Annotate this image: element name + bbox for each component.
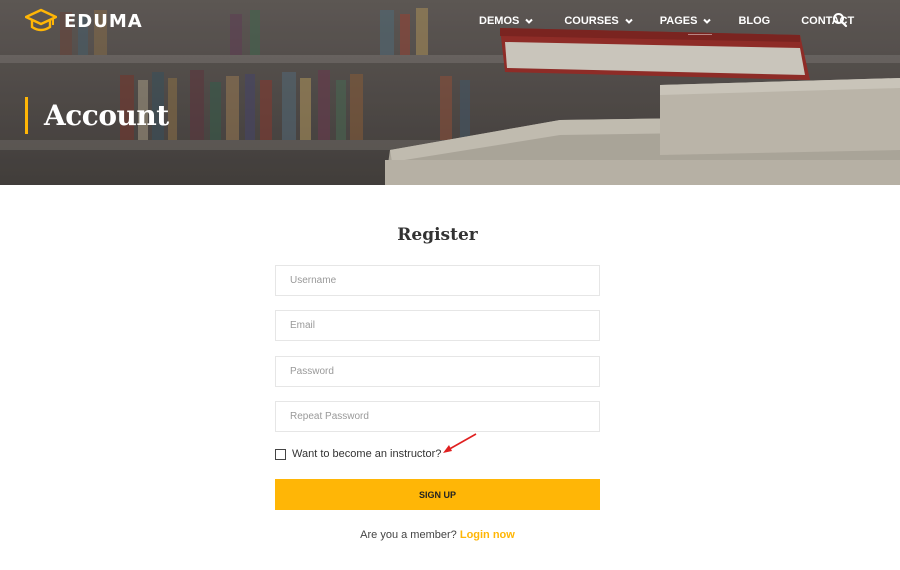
nav-item-label: BLOG (738, 15, 771, 27)
login-link[interactable]: Login now (460, 529, 515, 541)
brand-logo[interactable]: EDUMA (25, 8, 143, 34)
nav-item-label: DEMOS (479, 15, 520, 27)
instructor-checkbox-label[interactable]: Want to become an instructor? (292, 448, 441, 460)
nav-item-label: PAGES (659, 15, 698, 27)
sign-up-button[interactable]: SIGN UP (275, 479, 600, 510)
instructor-checkbox-row: Want to become an instructor? (275, 448, 441, 460)
nav-item-demos[interactable]: DEMOS (479, 14, 534, 28)
page-title-block: Account (25, 97, 169, 134)
username-field[interactable] (275, 265, 600, 296)
main-nav: DEMOS COURSES PAGES BLOG CONTACT (479, 14, 854, 35)
page-title: Account (44, 99, 169, 132)
nav-item-pages[interactable]: PAGES (659, 14, 713, 35)
graduation-cap-icon (25, 8, 57, 32)
hero-banner: EDUMA DEMOS COURSES PAGES BLOG CONTACT A… (0, 0, 900, 185)
nav-item-courses[interactable]: COURSES (564, 14, 633, 28)
chevron-down-icon (525, 18, 534, 24)
brand-name: EDUMA (64, 10, 143, 32)
member-prompt-text: Are you a member? (360, 529, 457, 541)
member-prompt: Are you a member? Login now (275, 529, 600, 541)
repeat-password-field[interactable] (275, 401, 600, 432)
nav-item-blog[interactable]: BLOG (738, 14, 770, 28)
chevron-down-icon (625, 18, 633, 24)
register-heading: Register (397, 225, 478, 245)
chevron-down-icon (703, 18, 712, 24)
instructor-checkbox[interactable] (275, 448, 286, 460)
password-field[interactable] (275, 356, 600, 387)
search-icon[interactable] (832, 12, 848, 28)
email-field[interactable] (275, 310, 600, 341)
annotation-arrow-icon (443, 433, 477, 453)
nav-item-label: COURSES (564, 15, 619, 27)
